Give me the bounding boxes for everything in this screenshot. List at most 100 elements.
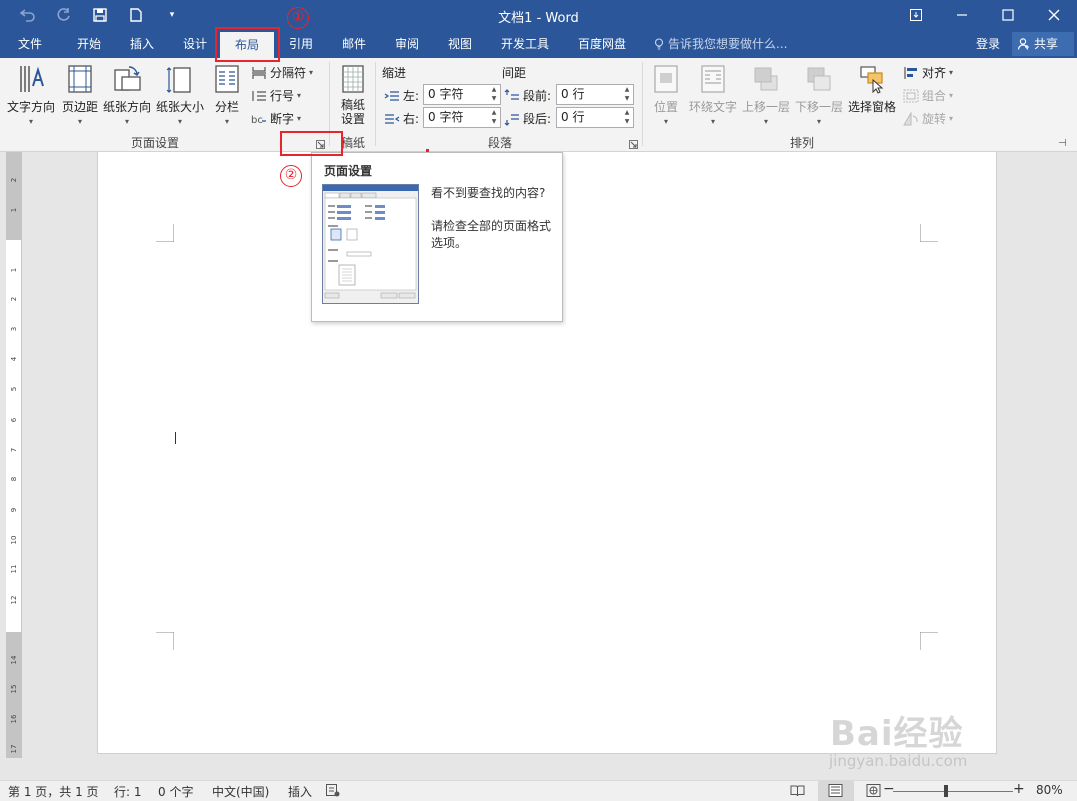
svg-text:bc: bc	[251, 115, 263, 126]
manuscript-settings-button[interactable]: 稿纸 设置	[336, 64, 370, 126]
group-label: 组合	[922, 89, 947, 103]
tab-baidu-netdisk[interactable]: 百度网盘	[570, 30, 634, 58]
spacing-before-input[interactable]: 0 行 ▲ ▼	[556, 84, 634, 105]
status-bar: 第 1 页，共 1 页 行: 1 0 个字 中文(中国) 插入 − + 80%	[0, 780, 1077, 801]
login-link[interactable]: 登录	[976, 30, 1000, 58]
paragraph-group-label: 段落	[487, 136, 512, 150]
vertical-ruler[interactable]: 2 1 1 2 3 4 5 6 7 8 9 10 11 12 14 15 16 …	[6, 152, 22, 758]
spinner-arrows-icon[interactable]: ▲ ▼	[621, 85, 633, 104]
margins-button[interactable]: 页边距 ▾	[60, 64, 100, 126]
ruler-number: 10	[10, 535, 18, 545]
status-page[interactable]: 第 1 页，共 1 页	[8, 783, 99, 800]
columns-button[interactable]: 分栏 ▾	[210, 64, 244, 126]
line-numbers-icon	[252, 90, 266, 101]
indent-left-value: 0 字符	[428, 87, 464, 101]
chevron-down-icon: ▾	[124, 117, 129, 126]
tab-home[interactable]: 开始	[68, 30, 110, 58]
indent-left-input[interactable]: 0 字符 ▲ ▼	[423, 84, 501, 105]
tab-review[interactable]: 审阅	[386, 30, 428, 58]
tab-design[interactable]: 设计	[174, 30, 216, 58]
minimize-icon[interactable]	[939, 0, 985, 30]
tooltip-title: 页面设置	[324, 164, 373, 178]
chevron-down-icon: ▾	[28, 117, 33, 126]
group-separator	[642, 62, 643, 146]
ruler-number: 6	[10, 417, 18, 423]
page-break-icon	[252, 66, 266, 79]
bring-forward-button[interactable]: 上移一层 ▾	[741, 64, 791, 126]
read-mode-icon[interactable]	[790, 784, 805, 800]
macro-record-icon[interactable]	[326, 784, 340, 800]
tab-view[interactable]: 视图	[439, 30, 481, 58]
group-button[interactable]: 组合 ▾	[903, 87, 953, 104]
spinner-arrows-icon[interactable]: ▲ ▼	[488, 85, 500, 104]
chevron-down-icon: ▾	[949, 91, 954, 100]
chevron-down-icon: ▾	[309, 68, 314, 77]
share-person-icon	[1018, 38, 1029, 50]
columns-icon	[212, 64, 242, 94]
tab-file[interactable]: 文件	[10, 30, 50, 58]
tab-insert[interactable]: 插入	[121, 30, 163, 58]
align-button[interactable]: 对齐 ▾	[903, 64, 953, 81]
zoom-in-button[interactable]: +	[1013, 781, 1025, 797]
status-mode[interactable]: 插入	[288, 783, 312, 800]
hyphenation-icon: bc	[251, 115, 266, 126]
ruler-number: 8	[10, 476, 18, 482]
zoom-out-button[interactable]: −	[883, 781, 895, 797]
ruler-number: 1	[10, 207, 18, 213]
status-words[interactable]: 0 个字	[158, 783, 193, 800]
breaks-label: 分隔符	[270, 66, 307, 80]
tell-me-box[interactable]: 告诉我您想要做什么...	[654, 30, 787, 58]
spinner-arrows-icon[interactable]: ▲ ▼	[621, 108, 633, 127]
ruler-number: 4	[10, 356, 18, 362]
tab-developer[interactable]: 开发工具	[494, 30, 556, 58]
margin-corner-mark	[920, 632, 938, 650]
close-icon[interactable]	[1031, 0, 1077, 30]
watermark-text: Bai经验	[830, 714, 964, 754]
spacing-after-input[interactable]: 0 行 ▲ ▼	[556, 107, 634, 128]
tab-mailings[interactable]: 邮件	[333, 30, 375, 58]
size-label: 纸张大小	[155, 100, 204, 114]
status-language[interactable]: 中文(中国)	[212, 783, 269, 800]
hyphenation-button[interactable]: bc 断字 ▾	[251, 110, 301, 127]
manuscript-icon	[338, 64, 368, 94]
ruler-number: 2	[10, 296, 18, 302]
baidu-jingyan-watermark: Bai经验 jingyan.baidu.com	[825, 706, 1070, 776]
ribbon-display-options-icon[interactable]	[893, 0, 939, 30]
align-icon	[904, 66, 917, 79]
web-layout-icon[interactable]	[866, 784, 881, 800]
share-button[interactable]: 共享	[1012, 32, 1074, 56]
orientation-button[interactable]: 纸张方向 ▾	[102, 64, 152, 126]
chevron-down-icon: ▾	[77, 117, 82, 126]
spacing-after-label: 段后:	[523, 112, 552, 126]
title-bar: ▾ 文档1 - Word	[0, 0, 1077, 30]
line-numbers-button[interactable]: 行号 ▾	[251, 87, 301, 104]
chevron-down-icon: ▾	[224, 117, 229, 126]
wrap-text-label: 环绕文字	[688, 100, 737, 114]
hyphenation-label: 断字	[270, 112, 295, 126]
selection-pane-button[interactable]: 选择窗格	[847, 64, 897, 115]
print-layout-icon[interactable]	[818, 781, 854, 801]
chevron-down-icon: ▾	[710, 117, 715, 126]
maximize-icon[interactable]	[985, 0, 1031, 30]
indent-right-input[interactable]: 0 字符 ▲ ▼	[423, 107, 501, 128]
tab-references[interactable]: 引用	[280, 30, 322, 58]
line-numbers-label: 行号	[270, 89, 295, 103]
text-direction-button[interactable]: 文字方向 ▾	[6, 64, 56, 126]
wrap-text-button[interactable]: 环绕文字 ▾	[688, 64, 738, 126]
zoom-slider-thumb[interactable]	[944, 785, 948, 797]
zoom-level[interactable]: 80%	[1036, 783, 1063, 797]
send-backward-button[interactable]: 下移一层 ▾	[794, 64, 844, 126]
paragraph-dialog-launcher-icon[interactable]	[629, 140, 638, 149]
ruler-number: 16	[10, 714, 18, 724]
breaks-button[interactable]: 分隔符 ▾	[251, 64, 313, 81]
margins-icon	[65, 64, 95, 94]
position-button[interactable]: 位置 ▾	[648, 64, 684, 126]
size-button[interactable]: 纸张大小 ▾	[155, 64, 205, 126]
zoom-slider-track[interactable]	[893, 791, 1013, 792]
rotate-button[interactable]: 旋转 ▾	[903, 110, 953, 127]
ruler-number: 15	[10, 684, 18, 694]
watermark-url: jingyan.baidu.com	[829, 752, 968, 770]
status-line[interactable]: 行: 1	[114, 783, 142, 800]
spinner-arrows-icon[interactable]: ▲ ▼	[488, 108, 500, 127]
pin-ribbon-icon[interactable]: ⊣	[1058, 138, 1067, 149]
